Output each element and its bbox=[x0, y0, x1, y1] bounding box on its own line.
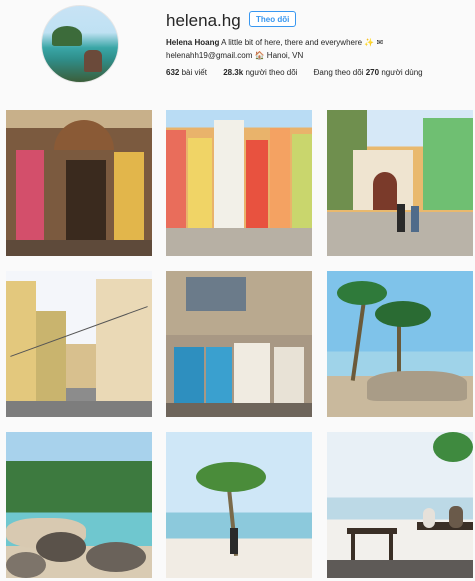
posts-stat: 632 bài viết bbox=[166, 68, 209, 77]
username: helena.hg bbox=[166, 11, 241, 30]
following-count: 270 bbox=[365, 68, 380, 77]
post-thumbnail[interactable] bbox=[327, 110, 473, 256]
bio-text: A little bit of here, there and everywhe… bbox=[221, 38, 384, 47]
post-thumbnail[interactable] bbox=[327, 271, 473, 417]
following-label: người dùng bbox=[381, 68, 423, 77]
follow-button[interactable]: Theo dõi bbox=[249, 11, 297, 27]
post-thumbnail[interactable] bbox=[327, 432, 473, 578]
post-thumbnail[interactable] bbox=[6, 110, 152, 256]
post-thumbnail[interactable] bbox=[166, 110, 312, 256]
followers-stat[interactable]: 28.3k người theo dõi bbox=[223, 68, 299, 77]
followers-label: người theo dõi bbox=[245, 68, 298, 77]
posts-label: bài viết bbox=[181, 68, 207, 77]
posts-count: 632 bbox=[166, 68, 180, 77]
post-thumbnail[interactable] bbox=[166, 271, 312, 417]
profile-avatar[interactable] bbox=[41, 5, 119, 83]
avatar-rock bbox=[52, 26, 82, 46]
followers-count: 28.3k bbox=[223, 68, 244, 77]
profile-stats: 632 bài viết 28.3k người theo dõi Đang t… bbox=[166, 68, 437, 77]
post-thumbnail[interactable] bbox=[6, 432, 152, 578]
contact-line: helenahh19@gmail.com 🏠 Hanoi, VN bbox=[166, 51, 304, 60]
full-name: Helena Hoang bbox=[166, 38, 220, 47]
bio-line: Helena Hoang A little bit of here, there… bbox=[166, 38, 383, 47]
following-prefix: Đang theo dõi bbox=[313, 68, 364, 77]
avatar-person bbox=[84, 50, 102, 72]
post-thumbnail[interactable] bbox=[166, 432, 312, 578]
post-thumbnail[interactable] bbox=[6, 271, 152, 417]
following-stat[interactable]: Đang theo dõi 270 người dùng bbox=[314, 68, 423, 77]
